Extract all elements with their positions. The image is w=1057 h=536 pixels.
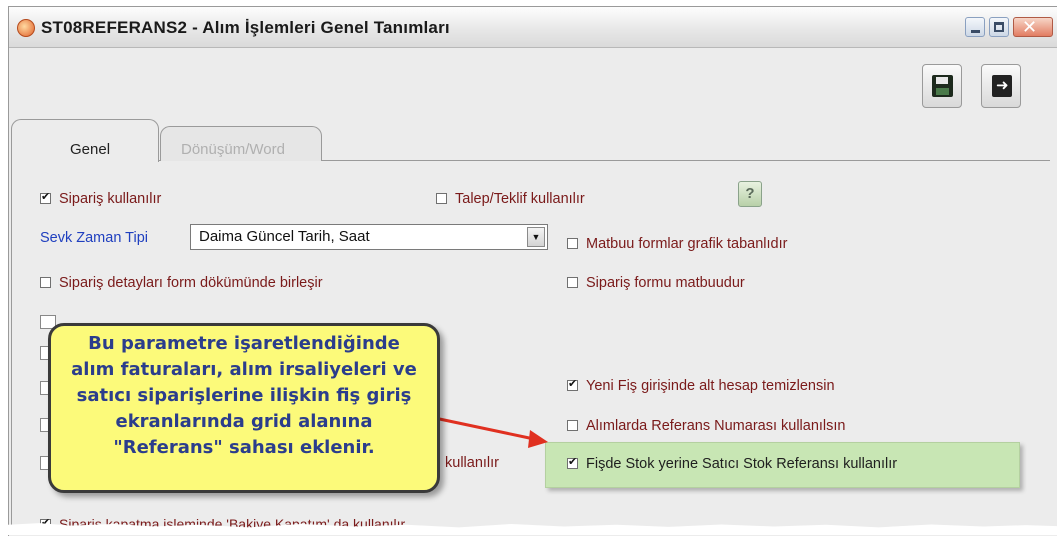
sevk-zaman-tipi-select[interactable]: Daima Güncel Tarih, Saat ▼ [190,224,548,250]
save-icon [932,75,953,97]
yeni-fis-alt-hesap-checkbox[interactable] [567,377,578,391]
matbuu-grafik-checkbox[interactable] [567,238,578,249]
siparis-formu-matbuu-checkbox[interactable] [567,277,578,288]
window-title: ST08REFERANS2 - Alım İşlemleri Genel Tan… [41,18,450,37]
minimize-icon [971,30,980,33]
siparis-detay-birlesir-label: Sipariş detayları form dökümünde birleşi… [59,275,323,291]
sevk-zaman-tipi-label: Sevk Zaman Tipi [40,230,148,246]
dropdown-arrow-icon[interactable]: ▼ [527,227,545,247]
save-button[interactable] [922,64,962,108]
app-logo-icon [17,19,35,37]
yeni-fis-alt-hesap-label: Yeni Fiş girişinde alt hesap temizlensin [586,378,835,394]
help-button[interactable]: ? [738,181,762,207]
maximize-button[interactable] [989,17,1009,37]
alim-referans-no-label: Alımlarda Referans Numarası kullanılsın [586,418,846,434]
callout-arrow [429,415,548,448]
siparis-kullanilir-label: Sipariş kullanılır [59,191,162,207]
sevk-zaman-tipi-value: Daima Güncel Tarih, Saat [199,228,370,245]
partial-kullanilir-label: kullanılır [445,455,499,471]
option-siparis-formu-matbuu[interactable]: Sipariş formu matbuudur [567,275,745,291]
callout-line: ekranlarında grid alanına [115,411,373,432]
close-icon: ✕ [1022,17,1038,38]
option-siparis-kullanilir[interactable]: Sipariş kullanılır [40,190,162,207]
tab-genel-label: Genel [70,141,111,158]
matbuu-grafik-label: Matbuu formlar grafik tabanlıdır [586,236,788,252]
arrow-line [429,415,535,441]
siparis-detay-birlesir-checkbox[interactable] [40,277,51,288]
option-talep-teklif[interactable]: Talep/Teklif kullanılır [436,191,585,207]
callout-line: "Referans" sahası eklenir. [113,437,375,458]
title-bar[interactable]: ST08REFERANS2 - Alım İşlemleri Genel Tan… [9,7,1057,48]
callout-line: alım faturaları, alım irsaliyeleri ve [71,359,417,380]
talep-teklif-label: Talep/Teklif kullanılır [455,191,585,207]
option-alim-referans-no[interactable]: Alımlarda Referans Numarası kullanılsın [567,418,846,434]
option-siparis-detay-birlesir[interactable]: Sipariş detayları form dökümünde birleşi… [40,275,323,291]
exit-icon [992,75,1012,97]
callout-line: satıcı siparişlerine ilişkin fiş giriş [76,385,412,406]
siparis-formu-matbuu-label: Sipariş formu matbuudur [586,275,745,291]
tab-donusum-word[interactable]: Dönüşüm/Word [160,126,322,161]
tab-donusum-word-label: Dönüşüm/Word [181,141,285,158]
fisde-stok-referans-label: Fişde Stok yerine Satıcı Stok Referansı … [586,456,898,472]
fisde-stok-referans-checkbox[interactable] [567,455,578,469]
alim-referans-no-checkbox[interactable] [567,420,578,431]
tab-genel[interactable]: Genel [11,119,159,162]
close-button[interactable]: ✕ [1013,17,1053,38]
option-fisde-stok-referans[interactable]: Fişde Stok yerine Satıcı Stok Referansı … [567,455,898,472]
option-matbuu-grafik[interactable]: Matbuu formlar grafik tabanlıdır [567,236,787,252]
siparis-kullanilir-checkbox[interactable] [40,190,51,204]
callout-box: Bu parametre işaretlendiğinde alım fatur… [48,323,440,493]
callout-line: Bu parametre işaretlendiğinde [88,333,400,354]
minimize-button[interactable] [965,17,985,37]
help-icon: ? [745,185,755,202]
talep-teklif-checkbox[interactable] [436,193,447,204]
exit-button[interactable] [981,64,1021,108]
option-yeni-fis-alt-hesap[interactable]: Yeni Fiş girişinde alt hesap temizlensin [567,377,835,394]
arrow-head-icon [528,430,548,448]
maximize-icon [994,22,1004,32]
